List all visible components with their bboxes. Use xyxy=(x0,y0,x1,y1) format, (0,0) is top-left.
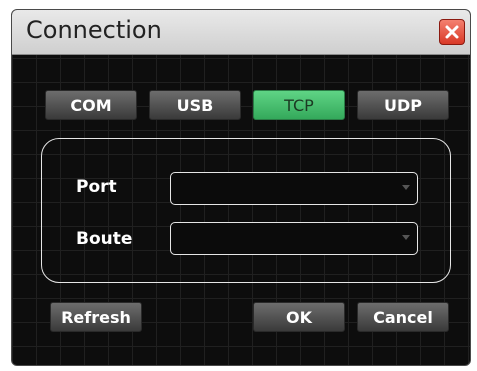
cancel-button[interactable]: Cancel xyxy=(357,302,449,332)
ok-button[interactable]: OK xyxy=(253,302,345,332)
connection-settings-group xyxy=(41,138,451,283)
chevron-down-icon xyxy=(402,185,410,190)
route-label: Boute xyxy=(76,229,133,249)
chevron-down-icon xyxy=(402,235,410,240)
tab-usb[interactable]: USB xyxy=(149,90,241,120)
tab-udp[interactable]: UDP xyxy=(357,90,449,120)
route-select[interactable] xyxy=(170,222,418,255)
port-select[interactable] xyxy=(170,172,418,205)
tab-com[interactable]: COM xyxy=(45,90,137,120)
tab-tcp[interactable]: TCP xyxy=(253,90,345,120)
title-bar: Connection xyxy=(12,10,470,55)
close-button[interactable] xyxy=(439,19,465,45)
close-icon xyxy=(445,25,459,39)
connection-dialog: Connection COM USB TCP UDP Port Boute Re… xyxy=(11,9,471,366)
port-label: Port xyxy=(76,177,117,197)
refresh-button[interactable]: Refresh xyxy=(50,302,142,332)
dialog-title: Connection xyxy=(26,16,162,44)
